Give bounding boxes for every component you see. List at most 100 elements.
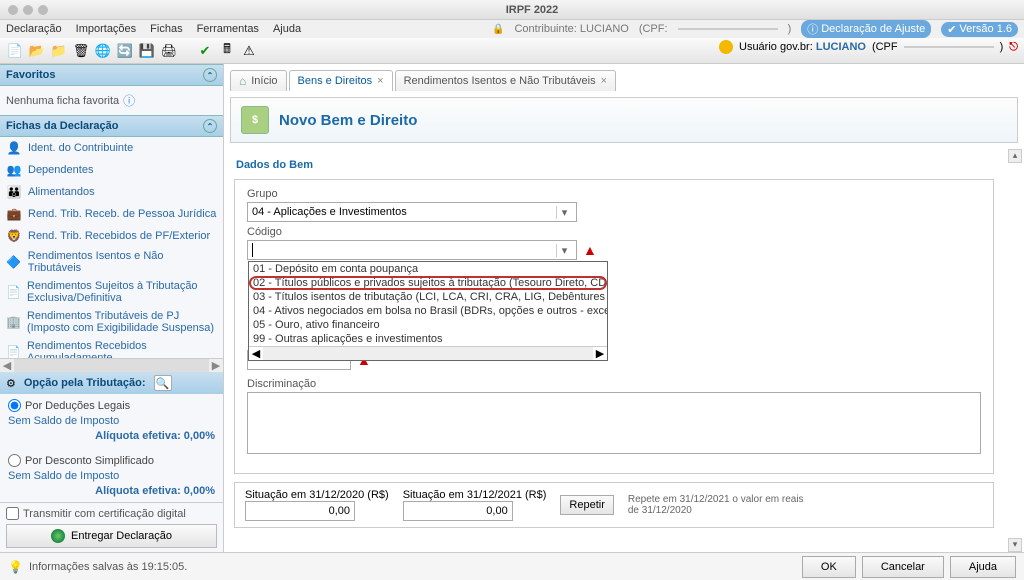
transmitir-checkbox[interactable]: Transmitir com certificação digital xyxy=(6,507,217,520)
dropdown-option[interactable]: 02 - Títulos públicos e privados sujeito… xyxy=(249,276,607,290)
chevron-down-icon: ▾ xyxy=(556,244,572,257)
ficha-item[interactable]: 📄Rendimentos Recebidos Acumuladamente xyxy=(0,337,223,358)
tb-new-icon[interactable]: 📄 xyxy=(6,42,24,60)
info-icon xyxy=(807,21,818,37)
chevron-up-icon[interactable]: ⌃ xyxy=(203,68,217,82)
titlebar: IRPF 2022 xyxy=(0,0,1024,20)
sit2-input[interactable] xyxy=(403,501,513,521)
person-icon: 👤 xyxy=(6,140,22,156)
userbar-cpf-label: (CPF xyxy=(872,41,898,53)
menu-importacoes[interactable]: Importações xyxy=(76,23,137,35)
warning-icon xyxy=(583,242,597,258)
contribuinte-label: Contribuinte: LUCIANO xyxy=(514,23,628,35)
search-button[interactable]: 🔍 xyxy=(154,375,172,391)
ficha-item[interactable]: 🏢Rendimentos Tributáveis de PJ (Imposto … xyxy=(0,307,223,337)
grupo-select[interactable]: 04 - Aplicações e Investimentos▾ xyxy=(247,202,577,222)
ficha-item[interactable]: 👤Ident. do Contribuinte xyxy=(0,137,223,159)
dropdown-option[interactable]: 99 - Outras aplicações e investimentos xyxy=(249,332,607,346)
globe-icon xyxy=(51,529,65,543)
entregar-button[interactable]: Entregar Declaração xyxy=(6,524,217,548)
building-icon: 🏢 xyxy=(6,314,21,330)
versao-badge[interactable]: ✔Versão 1.6 xyxy=(941,22,1018,37)
menu-ferramentas[interactable]: Ferramentas xyxy=(197,23,259,35)
tb-globe-icon[interactable]: 🌐 xyxy=(94,42,112,60)
chevron-up-icon[interactable]: ⌃ xyxy=(203,119,217,133)
tab-bens[interactable]: Bens e Direitos× xyxy=(289,70,393,91)
home-icon xyxy=(239,74,246,88)
menu-ajuda[interactable]: Ajuda xyxy=(273,23,301,35)
tab-inicio[interactable]: Início xyxy=(230,70,287,91)
tab-rendimentos[interactable]: Rendimentos Isentos e Não Tributáveis× xyxy=(395,70,616,91)
codigo-label: Código xyxy=(247,226,981,238)
fichas-list: 👤Ident. do Contribuinte 👥Dependentes 👪Al… xyxy=(0,137,223,358)
tb-open2-icon[interactable]: 📁 xyxy=(50,42,68,60)
menu-declaracao[interactable]: Declaração xyxy=(6,23,62,35)
content: Início Bens e Direitos× Rendimentos Isen… xyxy=(224,64,1024,552)
ok-button[interactable]: OK xyxy=(802,556,856,578)
lion-icon: 🦁 xyxy=(6,228,22,244)
family-icon: 👪 xyxy=(6,184,22,200)
tb-open-icon[interactable]: 📂 xyxy=(28,42,46,60)
radio-simplificado[interactable]: Por Desconto Simplificado xyxy=(8,454,215,467)
h-scrollbar[interactable]: ◀▶ xyxy=(249,346,607,360)
section-title: Dados do Bem xyxy=(236,159,1014,171)
people-icon: 👥 xyxy=(6,162,22,178)
discriminacao-input[interactable] xyxy=(247,392,981,454)
page-header: $ Novo Bem e Direito xyxy=(230,97,1018,143)
dropdown-option[interactable]: 03 - Títulos isentos de tributação (LCI,… xyxy=(249,290,607,304)
info-icon[interactable] xyxy=(123,92,135,109)
favoritos-header[interactable]: Favoritos⌃ xyxy=(0,64,223,86)
repetir-button[interactable]: Repetir xyxy=(560,495,613,515)
dropdown-option[interactable]: 04 - Ativos negociados em bolsa no Brasi… xyxy=(249,304,607,318)
userbar-label: Usuário gov.br: LUCIANO xyxy=(739,41,866,53)
avatar-icon xyxy=(719,40,733,54)
close-icon[interactable]: × xyxy=(601,75,607,87)
sit1-label: Situação em 31/12/2020 (R$) xyxy=(245,489,389,501)
discriminacao-label: Discriminação xyxy=(247,378,981,390)
help-button[interactable]: Ajuda xyxy=(950,556,1016,578)
doc-icon: 📄 xyxy=(6,344,21,358)
aliquota-text: Alíquota efetiva: 0,00% xyxy=(8,430,215,442)
favoritos-empty: Nenhuma ficha favorita xyxy=(0,86,223,115)
codigo-select[interactable]: ▾ 01 - Depósito em conta poupança 02 - T… xyxy=(247,240,577,260)
sit1-input[interactable] xyxy=(245,501,355,521)
tb-trash-icon[interactable]: 🗑 xyxy=(72,42,90,60)
dropdown-option[interactable]: 01 - Depósito em conta poupança xyxy=(249,262,607,276)
tb-save-icon[interactable]: 💾 xyxy=(138,42,156,60)
h-scrollbar[interactable]: ◀▶ xyxy=(0,358,223,372)
ajuste-badge[interactable]: Declaração de Ajuste xyxy=(801,20,931,38)
ficha-item[interactable]: 📄Rendimentos Sujeitos à Tributação Exclu… xyxy=(0,277,223,307)
fieldset-bem: Grupo 04 - Aplicações e Investimentos▾ C… xyxy=(234,179,994,474)
tb-warn-icon[interactable]: ⚠ xyxy=(240,42,258,60)
cpf-label: (CPF: xyxy=(639,23,668,35)
ficha-item[interactable]: 👪Alimentandos xyxy=(0,181,223,203)
cpf-field xyxy=(678,28,778,30)
aliquota-text: Alíquota efetiva: 0,00% xyxy=(8,485,215,497)
bulb-icon xyxy=(8,560,23,574)
traffic-lights xyxy=(8,5,48,15)
radio-deducoes[interactable]: Por Deduções Legais xyxy=(8,399,215,412)
repetir-help: Repete em 31/12/2021 o valor em reais de… xyxy=(628,494,808,516)
exit-button[interactable]: ⎋ xyxy=(1009,41,1018,54)
fichas-header[interactable]: Fichas da Declaração⌃ xyxy=(0,115,223,137)
menu-fichas[interactable]: Fichas xyxy=(150,23,182,35)
tb-check-icon[interactable]: ✔ xyxy=(196,42,214,60)
ficha-item[interactable]: 👥Dependentes xyxy=(0,159,223,181)
tb-refresh-icon[interactable]: 🔄 xyxy=(116,42,134,60)
tb-calc-icon[interactable]: 🖩 xyxy=(218,42,236,60)
chevron-down-icon: ▾ xyxy=(556,206,572,219)
ficha-item[interactable]: 🔷Rendimentos Isentos e Não Tributáveis xyxy=(0,247,223,277)
statusbar: Informações salvas às 19:15:05. OK Cance… xyxy=(0,552,1024,580)
dropdown-option[interactable]: 05 - Ouro, ativo financeiro xyxy=(249,318,607,332)
status-msg: Informações salvas às 19:15:05. xyxy=(29,561,796,573)
tabs: Início Bens e Direitos× Rendimentos Isen… xyxy=(224,64,1024,91)
tb-print-icon[interactable]: 🖨 xyxy=(160,42,178,60)
cancel-button[interactable]: Cancelar xyxy=(862,556,944,578)
ficha-item[interactable]: 🦁Rend. Trib. Recebidos de PF/Exterior xyxy=(0,225,223,247)
diamond-icon: 🔷 xyxy=(6,254,22,270)
close-icon[interactable]: × xyxy=(377,75,383,87)
briefcase-icon: 💼 xyxy=(6,206,22,222)
ficha-item[interactable]: 💼Rend. Trib. Receb. de Pessoa Jurídica xyxy=(0,203,223,225)
v-scrollbar[interactable]: ▴ ▾ xyxy=(1008,149,1022,552)
codigo-dropdown: 01 - Depósito em conta poupança 02 - Tít… xyxy=(248,261,608,361)
